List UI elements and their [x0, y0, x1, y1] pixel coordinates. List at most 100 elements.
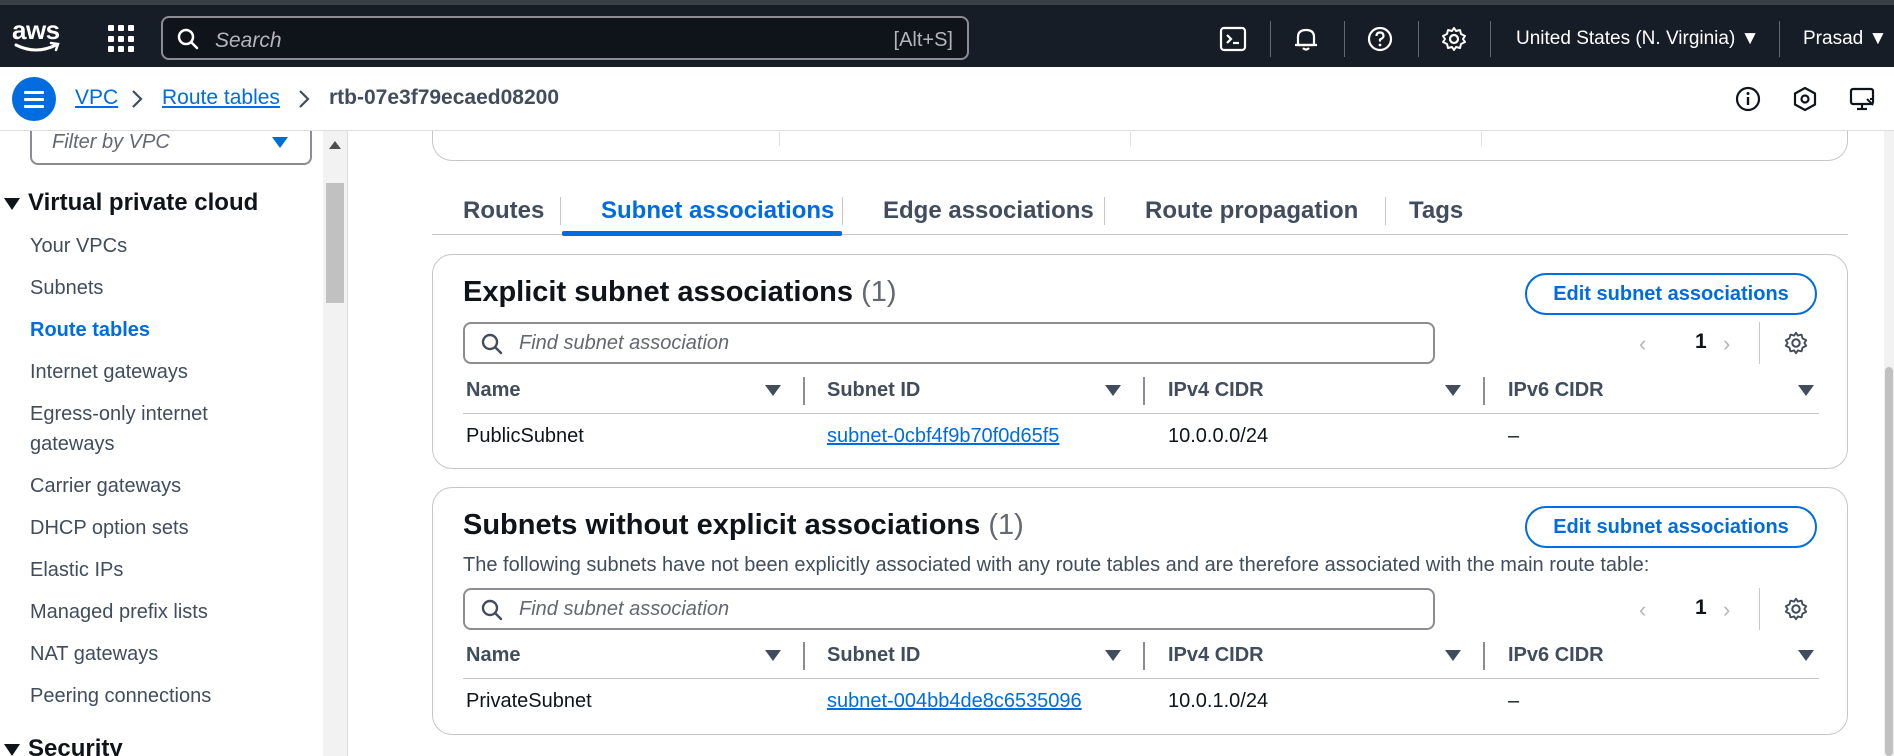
cell-ipv6-cidr: – [1508, 690, 1520, 712]
find-subnet-association-input[interactable]: Find subnet association [463, 322, 1435, 364]
column-header-name[interactable]: Name [466, 644, 520, 667]
edit-subnet-associations-button[interactable]: Edit subnet associations [1525, 273, 1817, 315]
sidebar-item-egress-only-internet-gateways[interactable]: Egress-only internet [30, 399, 208, 429]
breadcrumb-route-tables[interactable]: Route tables [162, 86, 280, 110]
previous-page-icon[interactable]: ‹ [1639, 331, 1646, 357]
sidebar-item-elastic-ips[interactable]: Elastic IPs [30, 555, 123, 585]
sidebar-item-peering-connections[interactable]: Peering connections [30, 681, 211, 711]
sidebar-item-managed-prefix-lists[interactable]: Managed prefix lists [30, 597, 208, 627]
info-icon[interactable] [1734, 85, 1762, 113]
sidebar-item-dhcp-option-sets[interactable]: DHCP option sets [30, 513, 189, 543]
table-preferences-gear-icon[interactable] [1783, 596, 1809, 622]
cell-subnet-id-link[interactable]: subnet-0cbf4f9b70f0d65f5 [827, 425, 1059, 448]
aws-logo-text: aws [12, 15, 60, 45]
current-page[interactable]: 1 [1695, 330, 1707, 354]
scroll-up-arrow-icon[interactable] [329, 141, 341, 149]
sidebar-item-internet-gateways[interactable]: Internet gateways [30, 357, 188, 387]
find-subnet-association-input[interactable]: Find subnet association [463, 588, 1435, 630]
sidebar-item-subnets[interactable]: Subnets [30, 273, 103, 303]
table-preferences-gear-icon[interactable] [1783, 330, 1809, 356]
tab-subnet-associations[interactable]: Subnet associations [601, 197, 834, 225]
search-icon [481, 599, 503, 621]
column-header-ipv6-cidr[interactable]: IPv6 CIDR [1508, 379, 1604, 402]
tab-routes[interactable]: Routes [463, 197, 544, 225]
panel-title: Explicit subnet associations (1) [463, 276, 897, 308]
region-selector[interactable]: United States (N. Virginia) ▼ [1516, 28, 1759, 50]
column-header-ipv6-cidr[interactable]: IPv6 CIDR [1508, 644, 1604, 667]
sidebar-item-your-vpcs[interactable]: Your VPCs [30, 231, 127, 261]
sort-caret-icon[interactable] [1105, 650, 1121, 661]
feedback-screen-icon[interactable] [1848, 85, 1876, 113]
scrollbar-thumb[interactable] [326, 183, 344, 303]
breadcrumb-current: rtb-07e3f79ecaed08200 [329, 86, 559, 109]
next-page-icon[interactable]: › [1723, 597, 1730, 623]
search-icon [481, 333, 503, 355]
section-title: Security [28, 735, 123, 756]
sort-caret-icon[interactable] [765, 650, 781, 661]
side-nav-toggle-button[interactable] [12, 77, 56, 121]
aws-smile-icon [14, 41, 60, 52]
services-grid-icon[interactable] [108, 25, 136, 53]
edit-subnet-associations-button[interactable]: Edit subnet associations [1525, 506, 1817, 548]
sort-caret-icon[interactable] [1445, 385, 1461, 396]
sidebar-item-route-tables[interactable]: Route tables [30, 315, 150, 345]
sidebar-item-egress-only-internet-gateways-line2[interactable]: gateways [30, 429, 115, 459]
search-icon [177, 28, 199, 50]
global-search-input[interactable]: Search [Alt+S] [161, 16, 969, 60]
top-navigation-bar: aws Search [Alt+S] United States (N. Vir… [0, 0, 1894, 67]
breadcrumb-vpc[interactable]: VPC [75, 86, 118, 110]
hexagon-settings-icon[interactable] [1791, 85, 1819, 113]
chevron-right-icon [132, 90, 143, 108]
tab-list: Routes Subnet associations Edge associat… [432, 183, 1848, 236]
settings-gear-icon[interactable] [1440, 25, 1468, 53]
caret-down-icon [4, 743, 20, 756]
cell-ipv6-cidr: – [1508, 425, 1520, 447]
chevron-right-icon [299, 90, 310, 108]
page-scrollbar[interactable] [1884, 131, 1894, 756]
tab-edge-associations[interactable]: Edge associations [883, 197, 1094, 225]
search-placeholder: Search [215, 29, 282, 52]
aws-logo[interactable]: aws [12, 17, 62, 57]
sort-caret-icon[interactable] [1798, 650, 1814, 661]
main-content: Routes Subnet associations Edge associat… [348, 131, 1894, 756]
side-navigation: Filter by VPC Virtual private cloud Your… [0, 131, 324, 756]
explicit-subnet-associations-panel: Explicit subnet associations (1) Edit su… [432, 254, 1848, 469]
column-header-subnet-id[interactable]: Subnet ID [827, 644, 920, 667]
find-placeholder: Find subnet association [519, 598, 730, 620]
sort-caret-icon[interactable] [765, 385, 781, 396]
breadcrumb-bar: VPC Route tables rtb-07e3f79ecaed08200 [0, 67, 1894, 131]
column-header-ipv4-cidr[interactable]: IPv4 CIDR [1168, 379, 1264, 402]
filter-by-vpc-select[interactable]: Filter by VPC [30, 131, 312, 165]
current-page[interactable]: 1 [1695, 596, 1707, 620]
subnets-without-explicit-associations-panel: Subnets without explicit associations (1… [432, 487, 1848, 735]
account-menu[interactable]: Prasad ▼ [1803, 28, 1887, 50]
sort-caret-icon[interactable] [1105, 385, 1121, 396]
previous-page-icon[interactable]: ‹ [1639, 597, 1646, 623]
sort-caret-icon[interactable] [1445, 650, 1461, 661]
search-shortcut: [Alt+S] [893, 29, 953, 51]
find-placeholder: Find subnet association [519, 332, 730, 354]
cell-ipv4-cidr: 10.0.0.0/24 [1168, 425, 1269, 447]
column-header-name[interactable]: Name [466, 379, 520, 402]
section-security[interactable]: Security [0, 735, 123, 756]
sidebar-item-nat-gateways[interactable]: NAT gateways [30, 639, 158, 669]
sidebar-item-carrier-gateways[interactable]: Carrier gateways [30, 471, 181, 501]
scrollbar-thumb[interactable] [1885, 367, 1893, 756]
notifications-bell-icon[interactable] [1292, 25, 1320, 53]
cell-subnet-id-link[interactable]: subnet-004bb4de8c6535096 [827, 690, 1082, 713]
tab-tags[interactable]: Tags [1409, 197, 1463, 225]
filter-placeholder: Filter by VPC [52, 131, 170, 153]
section-virtual-private-cloud[interactable]: Virtual private cloud [0, 189, 258, 217]
help-icon[interactable] [1366, 25, 1394, 53]
pagination: ‹ 1 › [1637, 588, 1817, 630]
sidebar-scrollbar[interactable] [323, 131, 347, 756]
column-header-subnet-id[interactable]: Subnet ID [827, 379, 920, 402]
tab-route-propagation[interactable]: Route propagation [1145, 197, 1358, 225]
column-header-ipv4-cidr[interactable]: IPv4 CIDR [1168, 644, 1264, 667]
panel-title: Subnets without explicit associations (1… [463, 509, 1024, 541]
cell-name: PrivateSubnet [466, 690, 592, 712]
active-tab-indicator [562, 231, 842, 236]
sort-caret-icon[interactable] [1798, 385, 1814, 396]
next-page-icon[interactable]: › [1723, 331, 1730, 357]
cloudshell-icon[interactable] [1219, 25, 1247, 53]
